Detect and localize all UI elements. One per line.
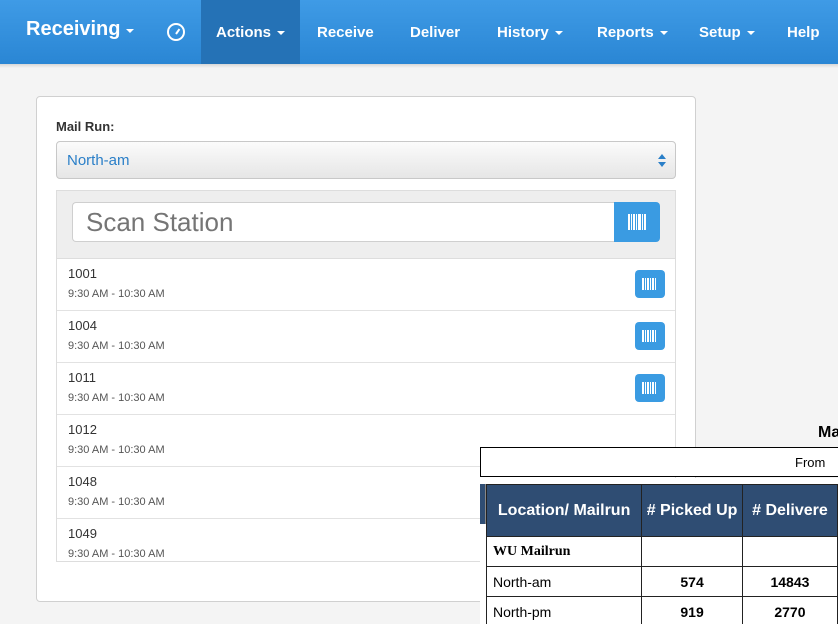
delivered-cell: 14843 [741, 566, 838, 597]
scan-barcode-button[interactable] [614, 202, 660, 242]
station-number: 1012 [68, 422, 97, 437]
brand-menu[interactable]: Receiving [26, 18, 135, 41]
barcode-icon [642, 330, 656, 342]
station-time: 9:30 AM - 10:30 AM [68, 288, 165, 300]
caret-down-icon [659, 31, 668, 35]
mail-run-label: Mail Run: [56, 119, 115, 134]
report-table: Location/ Mailrun # Picked Up # Delivere… [485, 484, 838, 624]
scan-station-button[interactable] [635, 374, 665, 402]
nav-receive[interactable]: Receive [317, 0, 374, 64]
caret-down-icon [746, 31, 755, 35]
nav-receive-label: Receive [317, 23, 374, 41]
table-cell [641, 536, 743, 567]
table-row: North-pm 919 2770 [485, 596, 838, 624]
table-cell [741, 536, 838, 567]
caret-down-icon [554, 31, 563, 35]
delivered-cell: 2770 [741, 596, 838, 624]
barcode-icon [642, 382, 656, 394]
barcode-icon [628, 214, 646, 230]
select-arrows-icon [658, 154, 666, 168]
nav-deliver[interactable]: Deliver [410, 0, 460, 64]
table-header-row: Location/ Mailrun # Picked Up # Delivere [485, 484, 838, 537]
from-label: From [795, 455, 826, 470]
station-number: 1048 [68, 474, 97, 489]
list-item[interactable]: 1011 9:30 AM - 10:30 AM [57, 362, 675, 414]
nav-deliver-label: Deliver [410, 23, 461, 41]
caret-down-icon [126, 28, 135, 33]
location-cell: North-am [485, 566, 643, 597]
station-time: 9:30 AM - 10:30 AM [68, 444, 165, 456]
location-cell: North-pm [485, 596, 643, 624]
station-time: 9:30 AM - 10:30 AM [68, 548, 165, 560]
top-navbar: Receiving Actions Receive Deliver Histor… [0, 0, 838, 68]
station-time: 9:30 AM - 10:30 AM [68, 392, 165, 404]
nav-reports[interactable]: Reports [597, 0, 668, 64]
clock-icon[interactable] [167, 23, 185, 41]
mail-run-select[interactable]: North-am [56, 141, 676, 179]
nav-setup-label: Setup [699, 23, 741, 41]
caret-down-icon [277, 31, 286, 35]
station-time: 9:30 AM - 10:30 AM [68, 340, 165, 352]
nav-history[interactable]: History [497, 0, 563, 64]
group-label: WU Mailrun [485, 536, 643, 567]
nav-actions-label: Actions [216, 23, 272, 41]
nav-help[interactable]: Help [787, 0, 820, 64]
table-row: WU Mailrun [485, 536, 838, 567]
header-delivered: # Delivere [741, 484, 838, 537]
picked-up-cell: 919 [641, 596, 743, 624]
report-date-range: From [480, 447, 838, 477]
station-number: 1001 [68, 266, 97, 281]
list-item[interactable]: 1001 9:30 AM - 10:30 AM [57, 259, 675, 310]
navbar-shadow [0, 64, 838, 68]
scan-station-input[interactable] [72, 202, 614, 242]
station-number: 1011 [68, 370, 96, 385]
station-number: 1049 [68, 526, 97, 541]
station-number: 1004 [68, 318, 97, 333]
nav-help-label: Help [787, 23, 820, 41]
nav-actions[interactable]: Actions [201, 0, 300, 64]
nav-reports-label: Reports [597, 23, 654, 41]
header-location: Location/ Mailrun [485, 484, 643, 537]
header-picked-up: # Picked Up [641, 484, 743, 537]
mail-run-value: North-am [67, 152, 130, 169]
table-row: North-am 574 14843 [485, 566, 838, 597]
scan-station-button[interactable] [635, 270, 665, 298]
picked-up-cell: 574 [641, 566, 743, 597]
station-time: 9:30 AM - 10:30 AM [68, 496, 165, 508]
list-item[interactable]: 1004 9:30 AM - 10:30 AM [57, 310, 675, 362]
brand-label: Receiving [26, 18, 121, 40]
report-title: Mailru [818, 424, 838, 441]
scan-station-button[interactable] [635, 322, 665, 350]
nav-setup[interactable]: Setup [699, 0, 755, 64]
barcode-icon [642, 278, 656, 290]
nav-history-label: History [497, 23, 549, 41]
